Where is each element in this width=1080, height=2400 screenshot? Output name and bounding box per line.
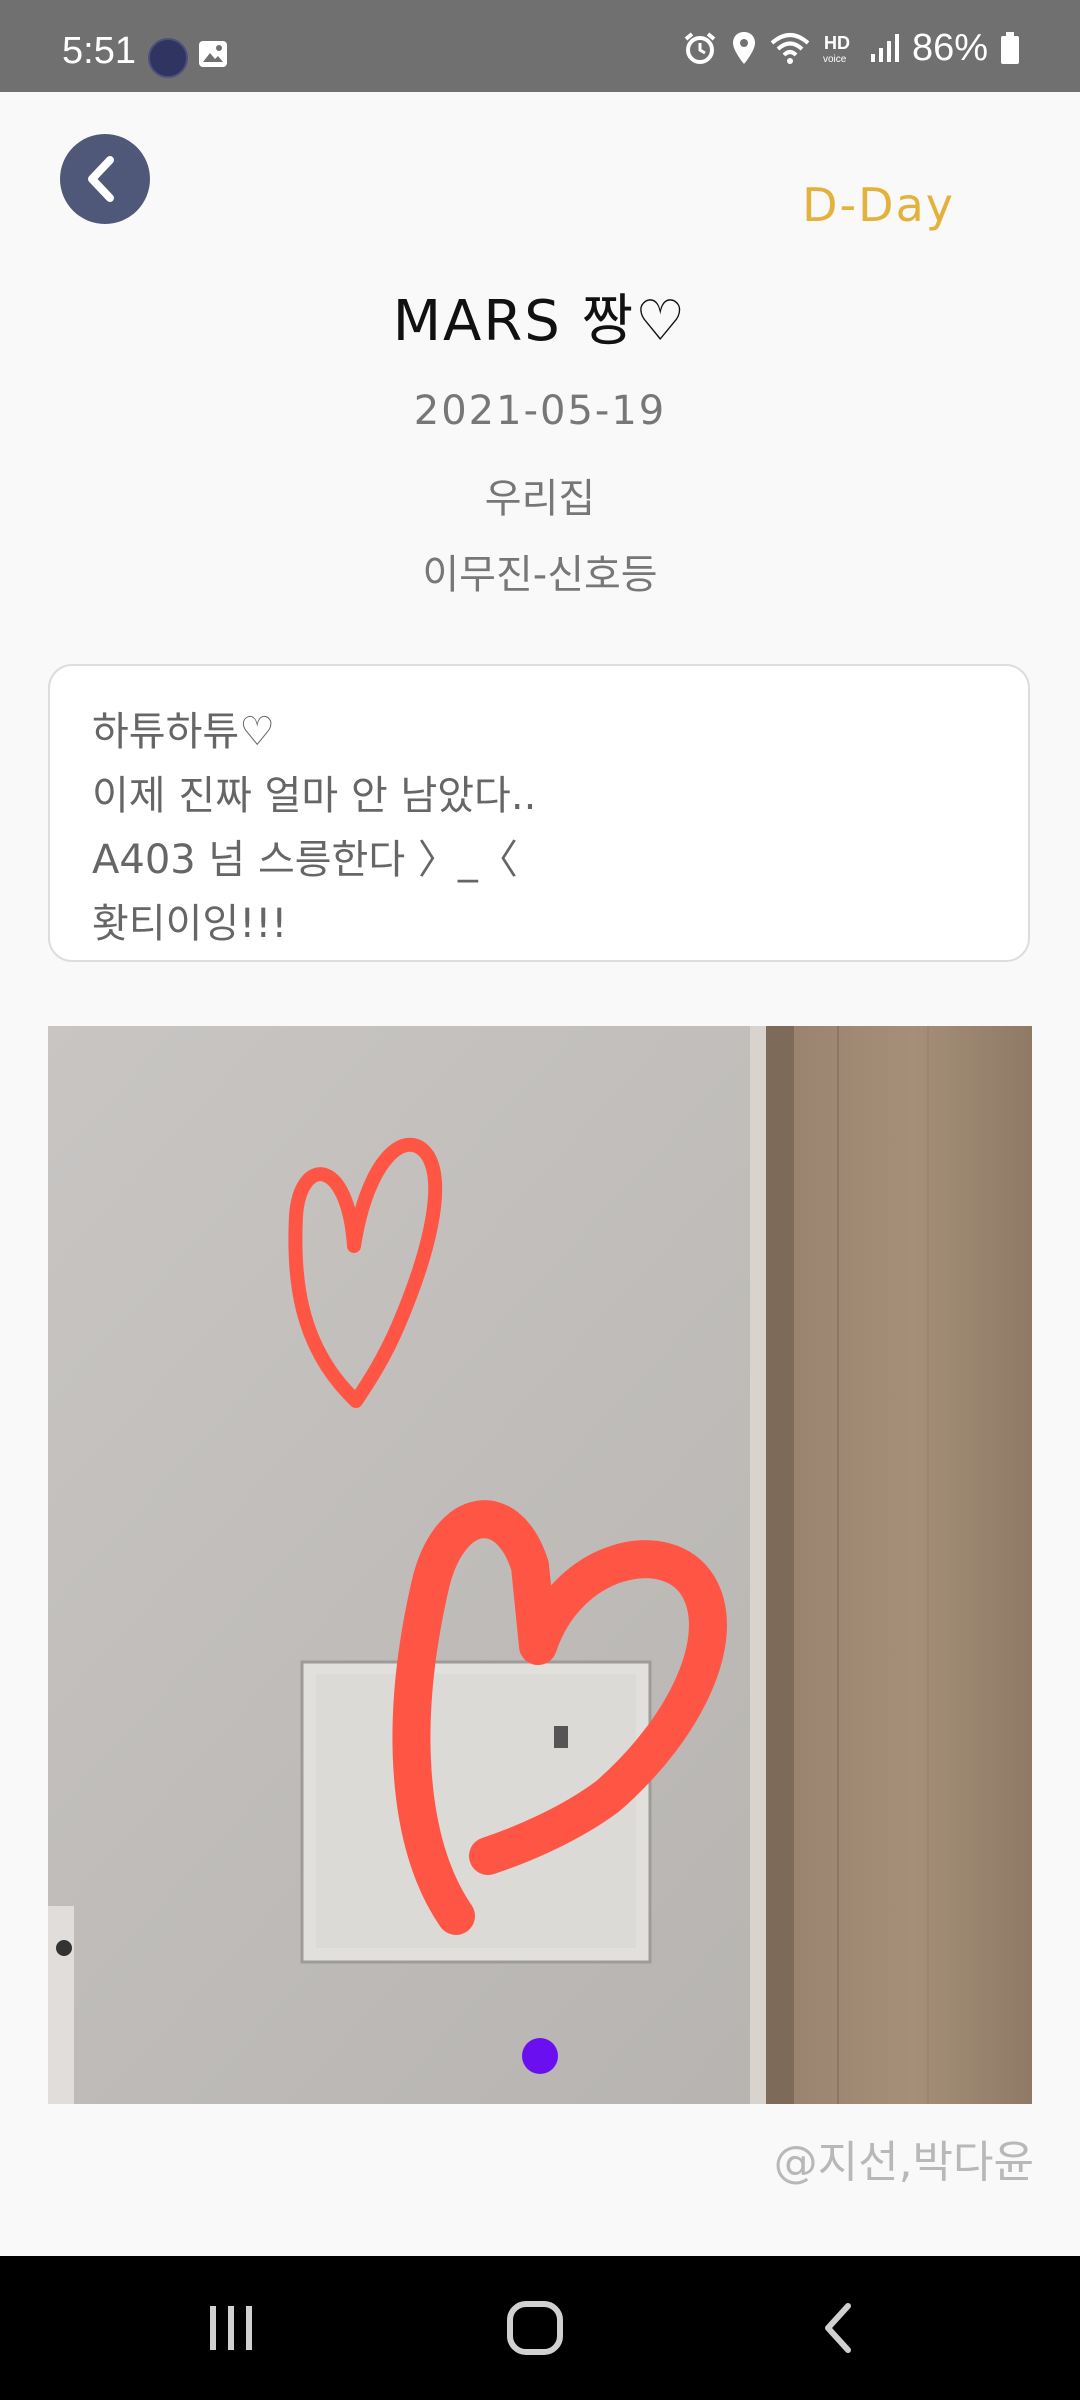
status-time: 5:51 bbox=[62, 30, 136, 72]
navigation-bar bbox=[0, 2256, 1080, 2400]
page-indicator-dot bbox=[522, 2038, 558, 2074]
memo-line: 하튜하튜♡ bbox=[92, 709, 276, 755]
status-bar: 5:51 HD voice 86% bbox=[0, 0, 1080, 92]
memo-line: 홧티이잉!!! bbox=[92, 901, 288, 947]
recent-apps-button[interactable] bbox=[186, 2286, 276, 2370]
dday-button[interactable]: D-Day bbox=[802, 178, 955, 232]
memo-card: 하튜하튜♡ 이제 진짜 얼마 안 남았다.. A403 넘 스릉한다 〉_〈 홧… bbox=[48, 664, 1030, 962]
battery-icon bbox=[1001, 32, 1019, 64]
photo-viewer[interactable] bbox=[48, 1026, 1032, 2104]
home-button[interactable] bbox=[490, 2286, 580, 2370]
screen: 5:51 HD voice 86% D-Day MARS 짱♡ 2021-05-… bbox=[0, 0, 1080, 2400]
gallery-icon bbox=[199, 41, 227, 67]
signal-icon bbox=[870, 34, 899, 62]
post-title: MARS 짱♡ bbox=[392, 289, 688, 354]
alarm-icon bbox=[684, 32, 716, 64]
system-back-button[interactable] bbox=[794, 2286, 884, 2370]
wifi-icon bbox=[770, 33, 810, 64]
location-icon bbox=[732, 32, 755, 64]
credit-text: @지선,박다윤 bbox=[773, 2137, 1034, 2188]
app-icon bbox=[148, 38, 188, 78]
svg-text:voice: voice bbox=[823, 54, 847, 65]
chevron-left-icon bbox=[88, 156, 114, 202]
post-people: 이무진-신호등 bbox=[422, 552, 658, 598]
memo-line: A403 넘 스릉한다 〉_〈 bbox=[92, 837, 518, 883]
photo-image bbox=[48, 1026, 1032, 2104]
battery-percentage: 86% bbox=[911, 26, 988, 69]
post-place: 우리집 bbox=[484, 476, 596, 522]
status-right-group: HD voice 86% bbox=[682, 26, 1020, 70]
hd-voice-icon: HD voice bbox=[823, 33, 850, 65]
home-icon bbox=[507, 2301, 563, 2355]
back-button[interactable] bbox=[60, 134, 150, 224]
back-icon bbox=[825, 2303, 851, 2353]
post-date: 2021-05-19 bbox=[413, 388, 667, 434]
recent-apps-icon bbox=[210, 2306, 252, 2350]
svg-text:HD: HD bbox=[824, 33, 850, 53]
memo-line: 이제 진짜 얼마 안 남았다.. bbox=[92, 773, 537, 819]
